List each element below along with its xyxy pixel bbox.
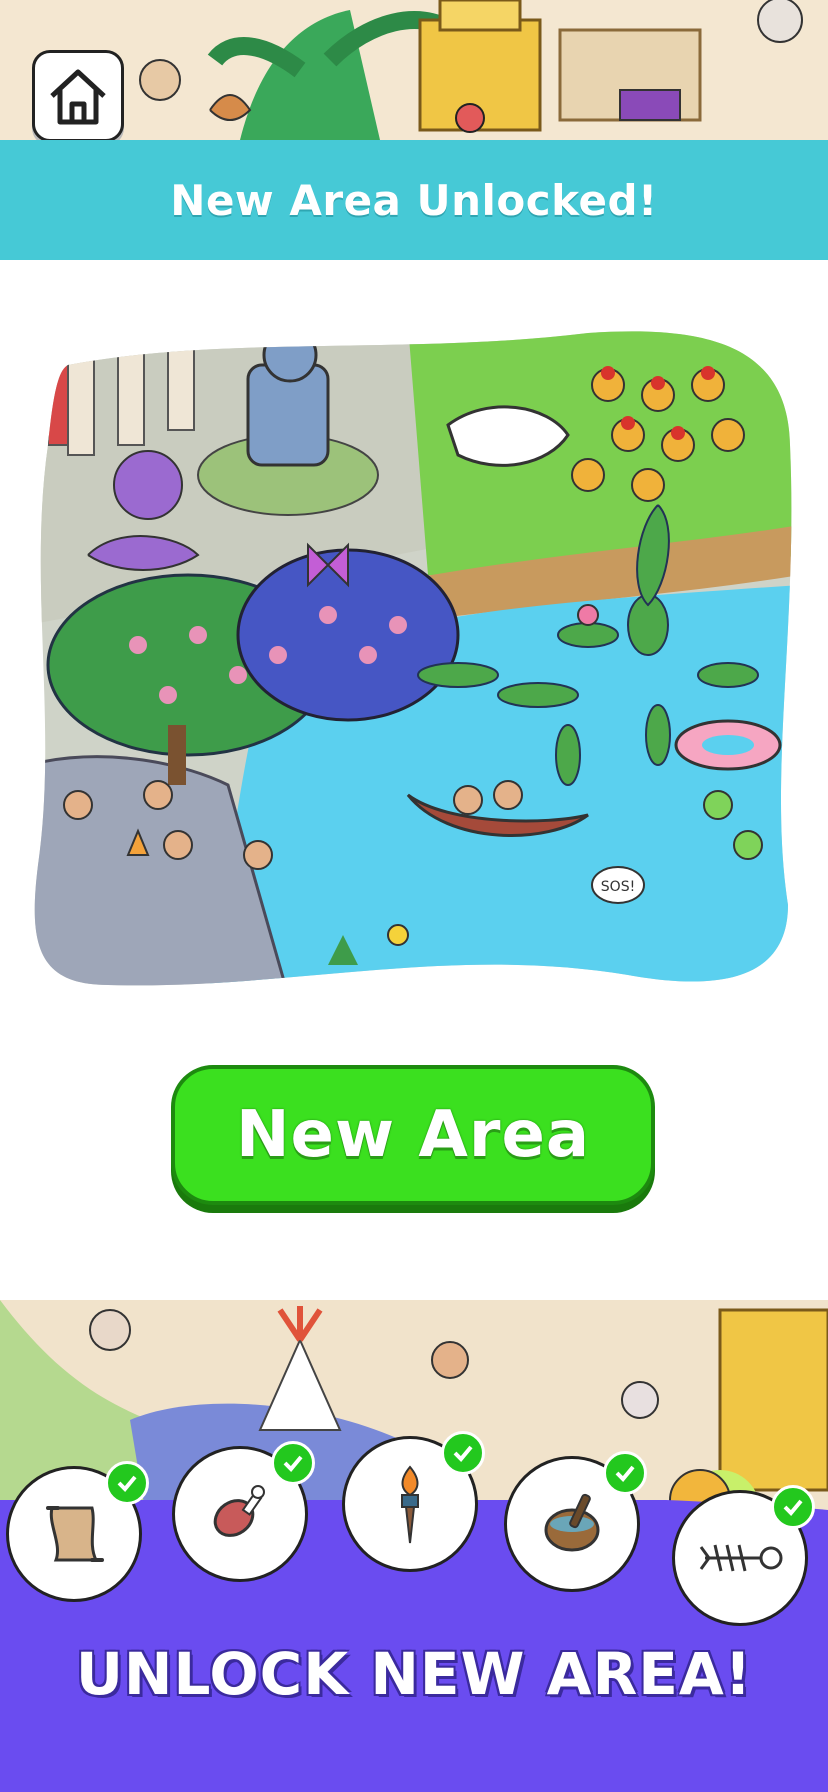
banner-title: New Area Unlocked! — [170, 175, 658, 225]
collected-check — [441, 1431, 485, 1475]
unlock-new-area-title: UNLOCK NEW AREA! — [75, 1640, 753, 1708]
checkmark-icon — [783, 1499, 803, 1516]
mortar-pestle-icon — [544, 1493, 600, 1552]
checkmark-icon — [615, 1465, 635, 1482]
item-scroll-map — [6, 1461, 149, 1602]
checkmark-icon — [117, 1475, 137, 1492]
item-torch — [342, 1431, 485, 1572]
fish-bone-icon — [699, 1544, 783, 1572]
item-fish-bone — [672, 1485, 815, 1626]
sos-bubble-text: SOS! — [601, 879, 635, 895]
checkmark-icon — [283, 1455, 303, 1472]
unlock-banner: New Area Unlocked! — [0, 140, 828, 260]
top-scene-illustration — [0, 0, 828, 140]
meat-drumstick-icon — [213, 1485, 265, 1537]
home-button[interactable] — [32, 50, 124, 140]
item-mortar — [504, 1451, 647, 1592]
home-icon — [50, 69, 106, 125]
area-preview-image: SOS! — [28, 325, 800, 995]
checkmark-icon — [453, 1445, 473, 1462]
torch-icon — [401, 1465, 419, 1544]
collected-check — [105, 1461, 149, 1505]
collected-check — [271, 1441, 315, 1485]
item-meat — [172, 1441, 315, 1582]
collected-check — [771, 1485, 815, 1529]
new-area-button[interactable]: New Area — [171, 1065, 655, 1205]
scroll-map-icon — [46, 1506, 104, 1562]
top-scene-background — [0, 0, 828, 140]
new-area-button-label: New Area — [235, 1098, 591, 1172]
collected-check — [603, 1451, 647, 1495]
